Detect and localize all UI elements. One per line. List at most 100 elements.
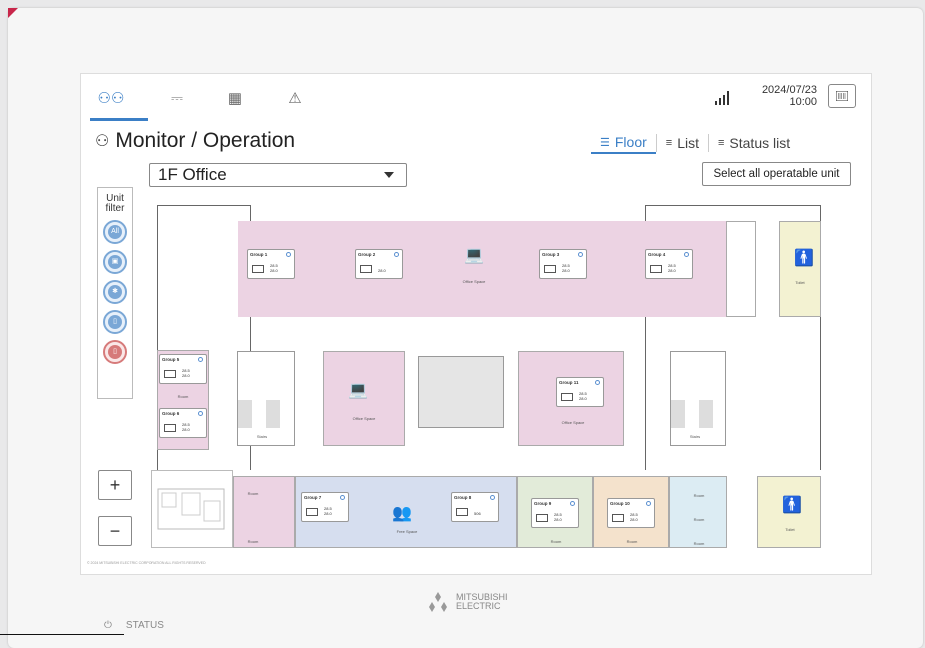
group-card-2[interactable]: Group 2 28.0 [355,249,403,279]
group-card-9[interactable]: Group 9 28.5 28.0 [531,498,579,528]
room-temp: 28.0 [378,267,386,273]
list-icon: ≡ [665,137,673,149]
filter-error-button[interactable]: ▯ [103,340,127,364]
group-card-1[interactable]: Group 1 28.5 28.0 [247,249,295,279]
tab-list[interactable]: ≡ List [657,132,708,154]
room-temp: 28.0 [630,516,638,522]
chevron-down-icon [384,172,394,178]
stairs-label: Stairs [689,434,701,439]
room-label: Room [550,539,562,544]
brand-line-2: ELECTRIC [456,601,501,611]
filter-ventilation-button[interactable]: ✱ [103,280,127,304]
room-temp: 28.0 [324,510,332,516]
toilet-label: Toilet [795,280,805,285]
energy-tab[interactable]: ⎓ [159,84,195,112]
temp-readout: 28.5 28.0 [270,263,278,273]
stairs-pattern [238,400,294,428]
status-dot [198,357,203,362]
calendar-icon: ▦ [227,90,243,107]
page-title: ⚇ Monitor / Operation [95,129,295,153]
group-card-4[interactable]: Group 4 28.5 28.0 [645,249,693,279]
indoor-unit-icon [252,265,264,273]
toilet-label: Toilet [785,527,795,532]
stairs-zone: Stairs [237,351,295,446]
core-zone [418,356,504,428]
people-icon: 👥 [392,505,412,522]
alarm-tab[interactable]: ⚠ [277,84,313,112]
tab-status-list-label: Status list [729,135,791,151]
toilet-icon: 🚹 [794,250,814,267]
indoor-unit-icon [536,514,548,522]
room-zone: Room Room [233,476,295,548]
select-all-button[interactable]: Select all operatable unit [702,162,851,186]
active-tab-indicator [90,118,148,121]
zoom-out-button[interactable]: − [98,516,132,546]
floor-select[interactable]: 1F Office [149,163,407,187]
temp-readout: 28.5 28.0 [324,506,332,516]
group-card-10[interactable]: Group 10 28.5 28.0 [607,498,655,528]
free-space-label: Free Space [396,529,418,534]
indoor-unit-icon [164,370,176,378]
group-card-11[interactable]: Group 11 28.5 28.0 [556,377,604,407]
room-label: Room [626,539,638,544]
unit-filter-label: Unit filter [98,194,132,214]
room-label: Room [693,541,705,546]
building-chart-icon: ⎓ [171,89,183,107]
unit-filter-label-line2: filter [105,203,125,214]
edge-line [0,634,124,635]
menu-button[interactable] [828,84,856,108]
office-worker-icon: 💻 [348,382,368,399]
tab-floor-label: Floor [614,134,647,150]
binoculars-icon: ⚇⚇ [97,90,125,107]
room-temp: 28.0 [182,372,190,378]
filter-all-label: All [108,225,122,239]
room-label: Room [693,517,705,522]
stairs-pattern [671,400,725,428]
status-dot [286,252,291,257]
status-dot [646,501,651,506]
temp-readout: 28.5 28.0 [579,391,587,401]
indoor-unit-icon [561,393,573,401]
indoor-unit-icon [360,265,372,273]
copyright: © 2024 MITSUBISHI ELECTRIC CORPORATION A… [87,561,206,565]
binoculars-icon: ⚇ [95,133,110,150]
filter-general-equipment-button[interactable]: ▯ [103,310,127,334]
status-dot [684,252,689,257]
room-temp: 28.0 [270,267,278,273]
status-indicator: ⏻ STATUS [104,620,164,631]
room-label: Room [247,491,259,496]
top-bar: ⚇⚇ ⎓ ▦ ⚠ 2024/07/23 10:00 [81,74,871,121]
room-label: Room [693,493,705,498]
group-card-6[interactable]: Group 6 28.5 28.0 [159,408,207,438]
tab-status-list[interactable]: ≡ Status list [709,132,799,154]
office-space-label: Office Space [462,279,486,284]
schedule-tab[interactable]: ▦ [217,84,253,112]
group-card-8[interactable]: Group 8 506 [451,492,499,522]
zoom-in-button[interactable]: + [98,470,132,500]
floor-map: 🚹 Toilet Group 1 28.5 28.0 Group 2 28.0 💻 O… [151,202,823,548]
temp-readout: 28.5 28.0 [630,512,638,522]
group-card-7[interactable]: Group 7 28.5 28.0 [301,492,349,522]
room-temp: 28.0 [579,395,587,401]
monitor-tab[interactable]: ⚇⚇ [93,84,129,112]
office-space-label: Office Space [352,416,376,421]
date-time: 2024/07/23 10:00 [749,84,817,108]
minimap-floor-plan [157,488,225,530]
filter-indoor-unit-button[interactable]: ▣ [103,250,127,274]
time-text: 10:00 [789,96,817,108]
touch-screen: ⚇⚇ ⎓ ▦ ⚠ 2024/07/23 10:00 ⚇ Monitor / Oper… [80,73,872,575]
minimap[interactable] [151,470,233,548]
power-icon: ⏻ [104,620,112,631]
stairs-zone: Stairs [670,351,726,446]
page-title-text: Monitor / Operation [115,129,296,152]
filter-all-button[interactable]: All [103,220,127,244]
group-card-3[interactable]: Group 3 28.5 28.0 [539,249,587,279]
room-temp: 28.0 [562,267,570,273]
co2-readout: 506 [474,510,481,516]
group-card-5[interactable]: Group 5 28.5 28.0 [159,354,207,384]
status-dot [340,495,345,500]
tab-floor[interactable]: ☰ Floor [591,132,656,154]
office-worker-icon: 💻 [464,247,484,264]
indoor-unit-icon [612,514,624,522]
status-label: STATUS [125,620,164,631]
